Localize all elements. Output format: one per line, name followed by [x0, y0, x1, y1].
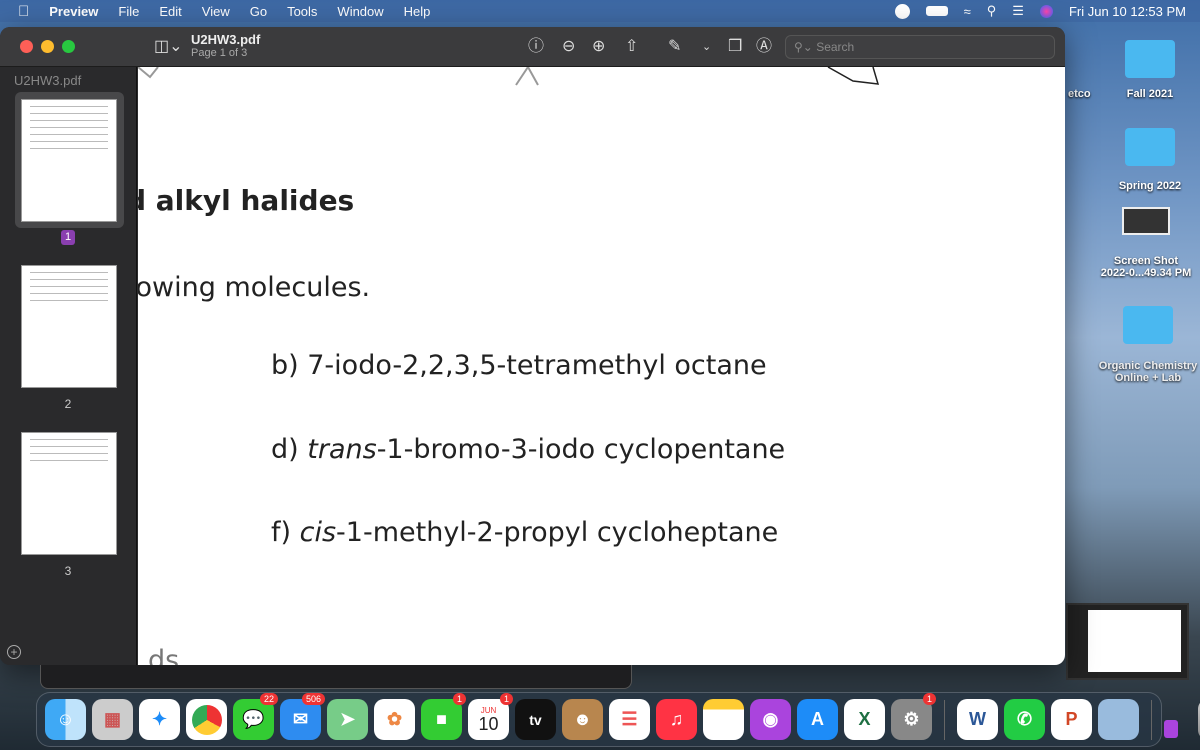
dock-messages[interactable]: 💬 22: [233, 693, 278, 740]
document-page[interactable]: d alkyl halides lowing molecules. b) 7-i…: [138, 67, 1065, 665]
desktop-folder-spring-2022[interactable]: Spring 2022: [1110, 128, 1190, 192]
page-number-3: 3: [64, 564, 72, 578]
zoom-out-icon[interactable]: ⊖: [562, 37, 575, 57]
menu-app[interactable]: Preview: [49, 4, 98, 19]
bottom-text: ds: [148, 645, 180, 665]
dock-separator: [944, 699, 945, 740]
rotate-icon[interactable]: ❒: [728, 37, 742, 57]
dock-reminders[interactable]: ☰: [609, 699, 650, 740]
page-number-1: 1: [61, 230, 75, 245]
dock-launchpad[interactable]: ▦: [92, 699, 133, 740]
desktop-folder-fall-2021[interactable]: Fall 2021: [1110, 40, 1190, 100]
dock-maps[interactable]: ➤: [327, 699, 368, 740]
toolbar: ◫⌄ U2HW3.pdf Page 1 of 3 ⓘ ⊖ ⊕ ⇧ ✎ ⌄ ❒ Ⓐ…: [0, 27, 1065, 67]
dock-photos[interactable]: ✿: [374, 699, 415, 740]
menu-go[interactable]: Go: [250, 4, 267, 19]
add-page-icon[interactable]: +: [7, 645, 21, 659]
dock-whatsapp[interactable]: ✆: [1004, 699, 1045, 740]
folder-icon: [1125, 128, 1175, 166]
page-indicator: Page 1 of 3: [191, 47, 248, 59]
dock-tv[interactable]: tv: [515, 699, 556, 740]
menu-tools[interactable]: Tools: [287, 4, 317, 19]
grammarly-icon[interactable]: [894, 3, 910, 19]
menu-view[interactable]: View: [202, 4, 230, 19]
dock-downloads[interactable]: [1164, 719, 1178, 738]
page-number-2: 2: [64, 397, 72, 411]
messages-badge: 22: [259, 693, 278, 705]
battery-icon[interactable]: [925, 6, 948, 16]
folder-icon: [1125, 40, 1175, 78]
sidebar-toggle-icon[interactable]: ◫⌄: [154, 37, 183, 57]
dock-separator: [1151, 699, 1152, 740]
instruction-text: lowing molecules.: [138, 272, 371, 303]
mail-badge: 506: [301, 693, 325, 705]
dock-powerpoint[interactable]: P: [1051, 699, 1092, 740]
thumbnail-sidebar: U2HW3.pdf 1 2 3 +: [0, 67, 137, 665]
section-heading: d alkyl halides: [138, 184, 355, 217]
folder-icon: [1123, 306, 1173, 344]
markup-icon[interactable]: Ⓐ: [756, 37, 772, 57]
menu-edit[interactable]: Edit: [159, 4, 181, 19]
system-preferences-badge: 1: [922, 693, 936, 705]
control-center-icon[interactable]: ☰: [1012, 3, 1024, 19]
facetime-badge: 1: [452, 693, 466, 705]
dock: ☺ ▦ ✦ 💬 22 ✉ 506 ➤ ✿ ■ 1 JUN 10 1 tv ☻ ☰ ♫ ◉ …: [36, 692, 1200, 747]
siri-icon[interactable]: [1039, 4, 1053, 18]
item-b: b) 7-iodo-2,2,3,5-tetramethyl octane: [271, 350, 767, 381]
clock[interactable]: Fri Jun 10 12:53 PM: [1069, 4, 1186, 19]
screenshot-thumbnail: [1122, 207, 1170, 235]
minimize-button[interactable]: [41, 40, 54, 53]
screenshot-preview-thumbnail[interactable]: [1066, 603, 1189, 680]
chevron-down-icon[interactable]: ⌄: [702, 37, 711, 57]
preview-window: ◫⌄ U2HW3.pdf Page 1 of 3 ⓘ ⊖ ⊕ ⇧ ✎ ⌄ ❒ Ⓐ…: [0, 27, 1065, 665]
page-thumbnail-3[interactable]: [21, 432, 117, 555]
close-button[interactable]: [20, 40, 33, 53]
calendar-badge: 1: [499, 693, 513, 705]
dock-preview[interactable]: [1098, 699, 1139, 740]
dock-chrome[interactable]: [186, 699, 227, 740]
share-icon[interactable]: ⇧: [625, 37, 638, 57]
desktop-folder-organic-chemistry[interactable]: Organic Chemistry Online + Lab: [1093, 306, 1200, 384]
dock-word[interactable]: W: [957, 699, 998, 740]
dock-mail[interactable]: ✉ 506: [280, 693, 325, 740]
dock-facetime[interactable]: ■ 1: [421, 693, 466, 740]
dock-safari[interactable]: ✦: [139, 699, 180, 740]
search-icon[interactable]: ⚲: [987, 3, 997, 19]
search-input[interactable]: ⚲⌄ Search: [785, 35, 1055, 59]
wifi-icon[interactable]: ≈: [964, 4, 971, 19]
desktop-screenshot[interactable]: Screen Shot 2022-0...49.34 PM: [1090, 207, 1200, 279]
zoom-button[interactable]: [62, 40, 75, 53]
sidebar-title: U2HW3.pdf: [14, 73, 82, 88]
menu-help[interactable]: Help: [404, 4, 431, 19]
dock-podcasts[interactable]: ◉: [750, 699, 791, 740]
dock-system-preferences[interactable]: ⚙ 1: [891, 693, 936, 740]
menu-file[interactable]: File: [118, 4, 139, 19]
highlight-icon[interactable]: ✎: [668, 37, 681, 57]
desktop-item-etco[interactable]: etco: [1068, 88, 1091, 100]
zoom-in-icon[interactable]: ⊕: [592, 37, 605, 57]
item-d: d) trans-1-bromo-3-iodo cyclopentane: [271, 434, 786, 465]
dock-notes[interactable]: [703, 699, 744, 740]
molecule-drawings: [138, 67, 880, 86]
info-icon[interactable]: ⓘ: [528, 37, 544, 57]
dock-calendar[interactable]: JUN 10 1: [468, 693, 513, 740]
item-f: f) cis-1-methyl-2-propyl cycloheptane: [271, 517, 779, 548]
dock-music[interactable]: ♫: [656, 699, 697, 740]
menu-window[interactable]: Window: [337, 4, 383, 19]
dock-excel[interactable]: X: [844, 699, 885, 740]
dock-finder[interactable]: ☺: [45, 699, 86, 740]
search-icon: ⚲⌄: [794, 40, 817, 54]
apple-menu-icon[interactable]: : [18, 3, 29, 20]
page-thumbnail-1[interactable]: [21, 99, 117, 222]
background-window[interactable]: [40, 665, 632, 689]
dock-app-store[interactable]: A: [797, 699, 838, 740]
document-title: U2HW3.pdf: [191, 32, 261, 47]
menu-bar:  Preview File Edit View Go Tools Window…: [0, 0, 1200, 22]
dock-contacts[interactable]: ☻: [562, 699, 603, 740]
page-thumbnail-2[interactable]: [21, 265, 117, 388]
